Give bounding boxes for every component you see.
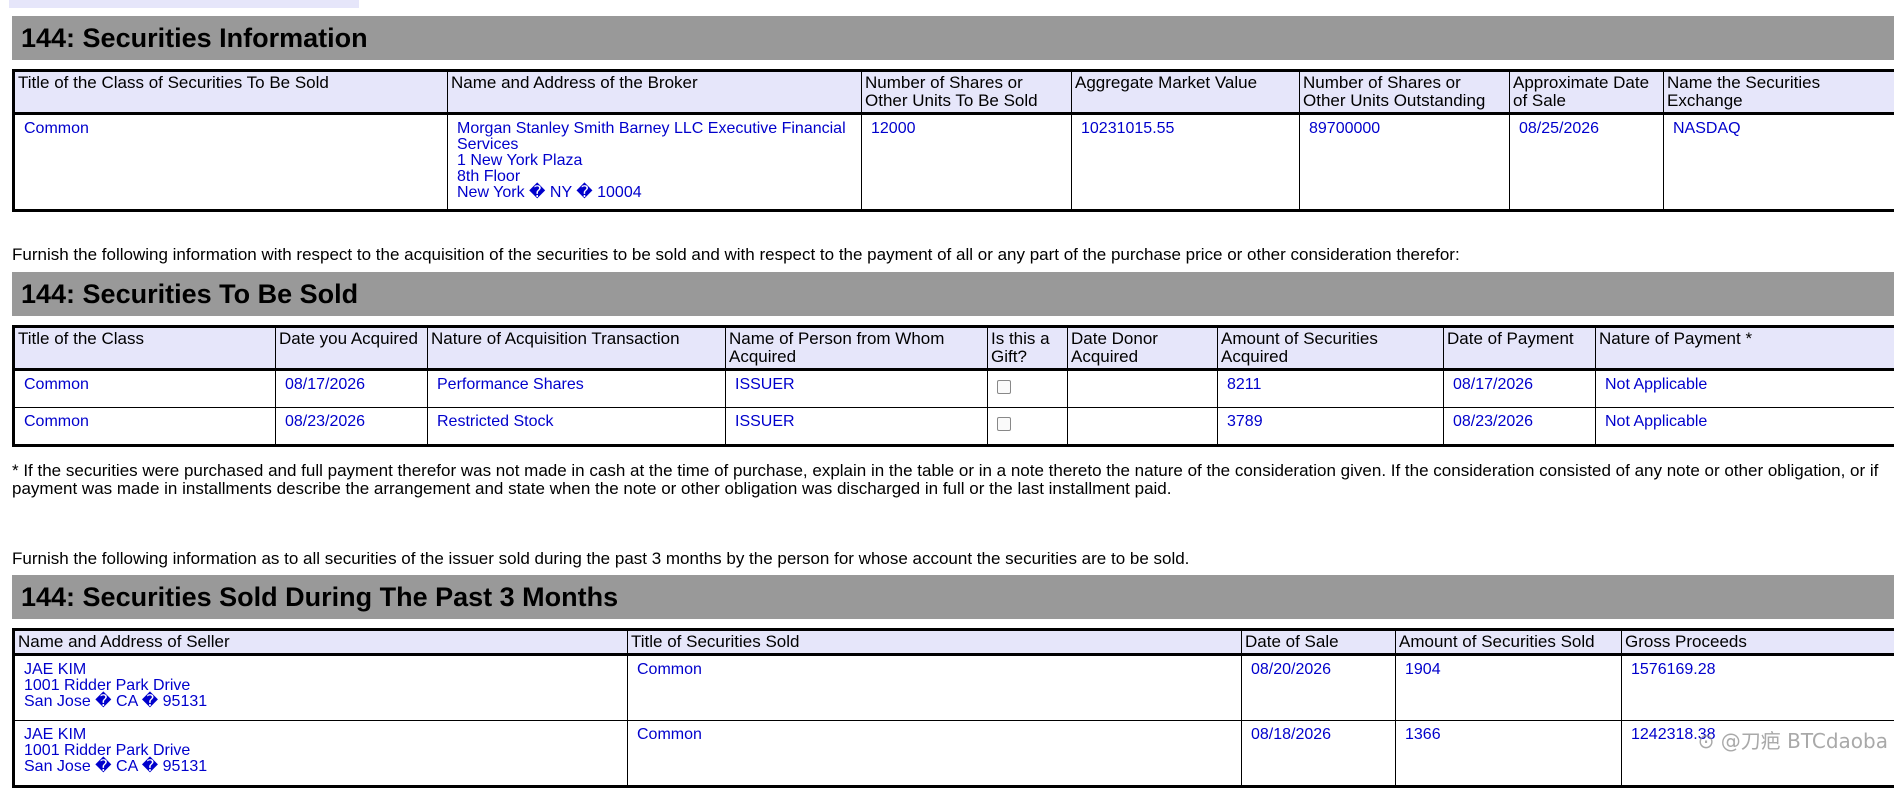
donor-date-cell bbox=[1068, 370, 1218, 408]
title-cell: Common bbox=[14, 370, 276, 408]
table-header-row: Title of the Class of Securities To Be S… bbox=[14, 71, 1894, 114]
broker-cell: Morgan Stanley Smith Barney LLC Executiv… bbox=[448, 114, 862, 211]
column-header: Date you Acquired bbox=[276, 327, 428, 370]
column-header: Aggregate Market Value bbox=[1072, 71, 1300, 114]
date-acquired-cell: 08/17/2026 bbox=[276, 370, 428, 408]
consideration-footnote: * If the securities were purchased and f… bbox=[12, 462, 1892, 498]
nature-cell: Restricted Stock bbox=[428, 408, 726, 446]
gift-cell bbox=[988, 408, 1068, 446]
column-header: Date of Sale bbox=[1242, 630, 1396, 655]
column-header: Name and Address of Seller bbox=[14, 630, 628, 655]
column-header: Is this a Gift? bbox=[988, 327, 1068, 370]
date-acquired-cell: 08/23/2026 bbox=[276, 408, 428, 446]
section-header-securities-sold-past-3-months: 144: Securities Sold During The Past 3 M… bbox=[12, 575, 1894, 619]
broker-name: Morgan Stanley Smith Barney LLC Executiv… bbox=[457, 121, 852, 153]
securities-information-table: Title of the Class of Securities To Be S… bbox=[12, 69, 1894, 212]
shares-to-sell-cell: 12000 bbox=[862, 114, 1072, 211]
section-header-securities-information: 144: Securities Information bbox=[12, 16, 1894, 60]
amount-sold-cell: 1366 bbox=[1396, 721, 1622, 787]
column-header: Title of Securities Sold bbox=[628, 630, 1242, 655]
gross-proceeds-cell: 1576169.28 bbox=[1622, 655, 1894, 721]
broker-address-line: 1 New York Plaza bbox=[457, 153, 852, 169]
title-cell: Common bbox=[14, 408, 276, 446]
shares-outstanding-cell: 89700000 bbox=[1300, 114, 1510, 211]
column-header: Title of the Class of Securities To Be S… bbox=[14, 71, 448, 114]
payment-nature-cell: Not Applicable bbox=[1596, 408, 1894, 446]
broker-address-line: 8th Floor bbox=[457, 169, 852, 185]
acquired-from-cell: ISSUER bbox=[726, 370, 988, 408]
column-header: Title of the Class bbox=[14, 327, 276, 370]
column-header: Name of Person from Whom Acquired bbox=[726, 327, 988, 370]
amount-cell: 3789 bbox=[1218, 408, 1444, 446]
table-row: Common 08/17/2026 Performance Shares ISS… bbox=[14, 370, 1894, 408]
payment-date-cell: 08/17/2026 bbox=[1444, 370, 1596, 408]
gift-checkbox[interactable] bbox=[997, 417, 1011, 431]
column-header: Approximate Date of Sale bbox=[1510, 71, 1664, 114]
exchange-cell: NASDAQ bbox=[1664, 114, 1894, 211]
donor-date-cell bbox=[1068, 408, 1218, 446]
sale-date-cell: 08/18/2026 bbox=[1242, 721, 1396, 787]
market-value-cell: 10231015.55 bbox=[1072, 114, 1300, 211]
column-header: Number of Shares or Other Units Outstand… bbox=[1300, 71, 1510, 114]
table-header-row: Title of the Class Date you Acquired Nat… bbox=[14, 327, 1894, 370]
securities-title-cell: Common bbox=[628, 655, 1242, 721]
gift-checkbox[interactable] bbox=[997, 380, 1011, 394]
column-header: Gross Proceeds bbox=[1622, 630, 1894, 655]
table-header-row: Name and Address of Seller Title of Secu… bbox=[14, 630, 1894, 655]
column-header: Name the Securities Exchange bbox=[1664, 71, 1894, 114]
seller-address-line: San Jose � CA � 95131 bbox=[24, 694, 618, 710]
column-header: Name and Address of the Broker bbox=[448, 71, 862, 114]
column-header: Amount of Securities Acquired bbox=[1218, 327, 1444, 370]
column-header: Amount of Securities Sold bbox=[1396, 630, 1622, 655]
securities-title-cell: Common bbox=[628, 721, 1242, 787]
securities-sold-past-3-months-table: Name and Address of Seller Title of Secu… bbox=[12, 628, 1894, 788]
table-row: JAE KIM 1001 Ridder Park Drive San Jose … bbox=[14, 721, 1894, 787]
table-row: JAE KIM 1001 Ridder Park Drive San Jose … bbox=[14, 655, 1894, 721]
seller-address-line: San Jose � CA � 95131 bbox=[24, 759, 618, 775]
top-tab[interactable] bbox=[9, 0, 359, 8]
seller-address-line: 1001 Ridder Park Drive bbox=[24, 743, 618, 759]
past-three-months-instructions: Furnish the following information as to … bbox=[12, 550, 1892, 568]
amount-sold-cell: 1904 bbox=[1396, 655, 1622, 721]
table-row: Common Morgan Stanley Smith Barney LLC E… bbox=[14, 114, 1894, 211]
amount-cell: 8211 bbox=[1218, 370, 1444, 408]
acquisition-instructions: Furnish the following information with r… bbox=[12, 246, 1892, 264]
broker-address-line: New York � NY � 10004 bbox=[457, 185, 852, 201]
watermark: ⊙ @刀疤 BTCdaoba bbox=[1698, 725, 1888, 754]
seller-cell: JAE KIM 1001 Ridder Park Drive San Jose … bbox=[14, 721, 628, 787]
title-class-cell: Common bbox=[14, 114, 448, 211]
seller-cell: JAE KIM 1001 Ridder Park Drive San Jose … bbox=[14, 655, 628, 721]
sale-date-cell: 08/20/2026 bbox=[1242, 655, 1396, 721]
nature-cell: Performance Shares bbox=[428, 370, 726, 408]
column-header: Date of Payment bbox=[1444, 327, 1596, 370]
seller-name: JAE KIM bbox=[24, 662, 618, 678]
column-header: Date Donor Acquired bbox=[1068, 327, 1218, 370]
seller-address-line: 1001 Ridder Park Drive bbox=[24, 678, 618, 694]
table-row: Common 08/23/2026 Restricted Stock ISSUE… bbox=[14, 408, 1894, 446]
seller-name: JAE KIM bbox=[24, 727, 618, 743]
column-header: Number of Shares or Other Units To Be So… bbox=[862, 71, 1072, 114]
column-header: Nature of Payment * bbox=[1596, 327, 1894, 370]
section-header-securities-to-be-sold: 144: Securities To Be Sold bbox=[12, 272, 1894, 316]
securities-to-be-sold-table: Title of the Class Date you Acquired Nat… bbox=[12, 325, 1894, 447]
payment-date-cell: 08/23/2026 bbox=[1444, 408, 1596, 446]
gift-cell bbox=[988, 370, 1068, 408]
approx-date-cell: 08/25/2026 bbox=[1510, 114, 1664, 211]
payment-nature-cell: Not Applicable bbox=[1596, 370, 1894, 408]
acquired-from-cell: ISSUER bbox=[726, 408, 988, 446]
column-header: Nature of Acquisition Transaction bbox=[428, 327, 726, 370]
